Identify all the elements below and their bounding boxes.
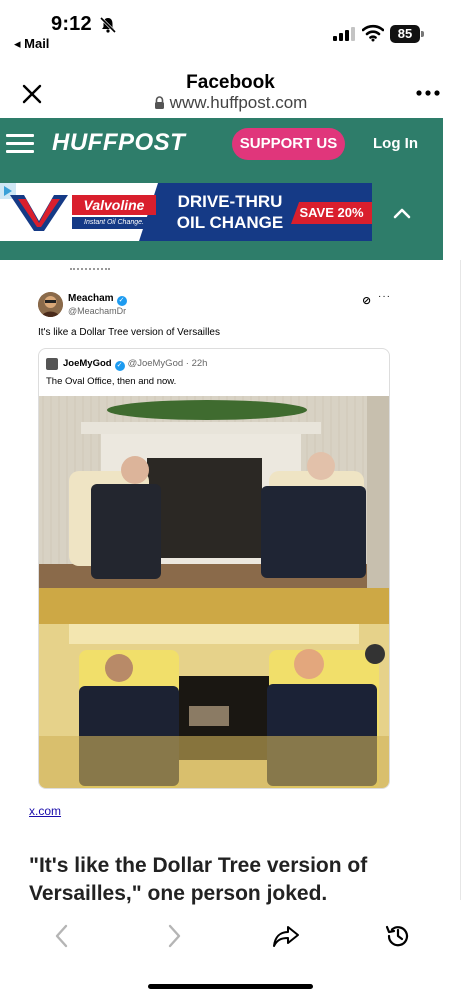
lock-icon — [154, 96, 164, 109]
more-options-icon[interactable] — [413, 88, 443, 98]
back-to-mail-link[interactable]: ◂ Mail — [14, 36, 49, 52]
forward-icon[interactable] — [160, 922, 188, 950]
quoted-handle: @JoeMyGod · 22h — [127, 358, 208, 369]
ad-offer-badge: SAVE 20% — [291, 202, 372, 224]
url-display[interactable]: www.huffpost.com — [0, 93, 461, 113]
truncated-text — [70, 268, 110, 272]
tweet-more-icon[interactable]: ··· — [378, 291, 391, 302]
tweet-text: It's like a Dollar Tree version of Versa… — [38, 327, 220, 338]
wifi-icon — [362, 24, 384, 42]
battery-level: 85 — [390, 25, 420, 43]
ad-headline: DRIVE-THRU OIL CHANGE — [176, 191, 284, 233]
battery-cap — [421, 31, 424, 37]
status-bar: 9:12 ◂ Mail 85 — [0, 0, 461, 58]
silent-bell-icon — [99, 16, 117, 34]
quoted-avatar[interactable] — [46, 358, 58, 370]
source-link[interactable]: x.com — [29, 804, 61, 818]
history-icon[interactable] — [384, 922, 412, 950]
ad-banner[interactable]: Valvoline Instant Oil Change. DRIVE-THRU… — [0, 183, 372, 241]
verified-badge-icon: ✓ — [116, 296, 127, 306]
ad-brand-name: Valvoline — [72, 195, 156, 215]
avatar[interactable] — [38, 292, 63, 317]
url-text: www.huffpost.com — [169, 93, 308, 112]
browser-header: Facebook www.huffpost.com — [0, 62, 461, 118]
x-logo-icon[interactable]: ⊘ — [362, 294, 371, 307]
huffpost-navbar: HUFFPOST SUPPORT US Log In Valvoline Ins… — [0, 118, 443, 260]
tweet-author-name[interactable]: Meacham ✓ — [68, 293, 127, 306]
chevron-up-icon[interactable] — [392, 206, 412, 220]
page-source-title: Facebook — [186, 72, 275, 93]
browser-toolbar — [0, 910, 461, 960]
embedded-tweet[interactable]: Meacham ✓ @MeachamDr ⊘ ··· It's like a Do… — [28, 282, 403, 794]
oval-office-photo[interactable] — [39, 396, 390, 789]
battery-indicator: 85 — [390, 25, 424, 43]
support-us-button[interactable]: SUPPORT US — [232, 128, 345, 160]
cellular-signal-icon — [333, 27, 355, 41]
ad-brand-tagline: Instant Oil Change. — [72, 217, 156, 229]
quoted-author[interactable]: JoeMyGod ✓ @JoeMyGod · 22h — [63, 358, 207, 371]
ad-headline-line1: DRIVE-THRU — [177, 192, 283, 211]
hamburger-menu-icon[interactable] — [6, 134, 34, 154]
quoted-text: The Oval Office, then and now. — [46, 376, 177, 387]
valvoline-logo-icon — [10, 195, 68, 231]
verified-badge-icon: ✓ — [114, 361, 125, 371]
tweet-author-handle[interactable]: @MeachamDr — [68, 306, 126, 316]
share-icon[interactable] — [272, 922, 300, 950]
home-indicator[interactable] — [148, 984, 313, 989]
pull-quote-heading: "It's like the Dollar Tree version of Ve… — [29, 854, 368, 905]
status-time: 9:12 — [51, 13, 92, 35]
login-button[interactable]: Log In — [373, 135, 418, 152]
ad-headline-line2: OIL CHANGE — [176, 213, 284, 232]
back-icon[interactable] — [48, 922, 76, 950]
quoted-tweet[interactable]: JoeMyGod ✓ @JoeMyGod · 22h The Oval Office… — [38, 348, 390, 789]
huffpost-logo[interactable]: HUFFPOST — [52, 129, 185, 157]
